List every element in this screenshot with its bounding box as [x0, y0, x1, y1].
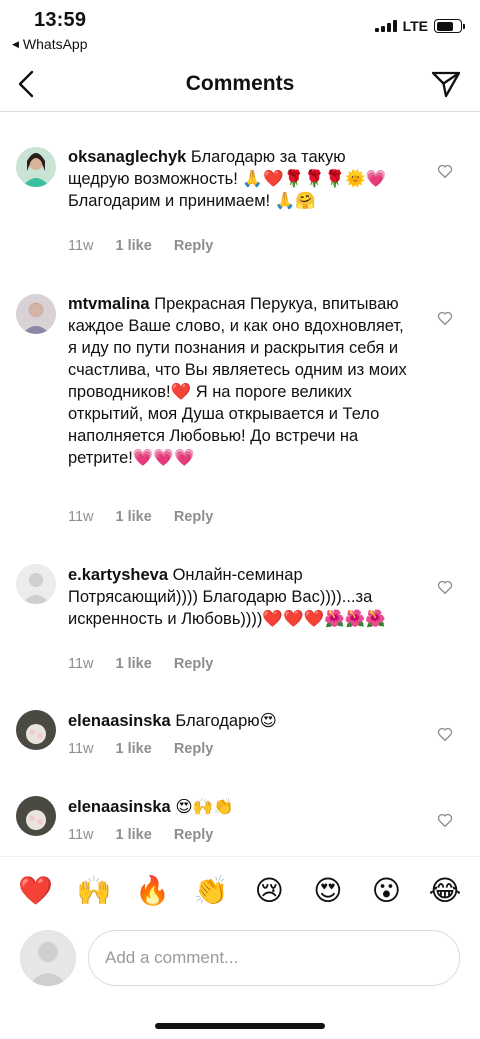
- reply-button[interactable]: Reply: [174, 509, 214, 525]
- comment-text: mtvmalina Прекрасная Перукуа, впитываю к…: [68, 293, 408, 469]
- paper-plane-icon[interactable]: [430, 68, 462, 100]
- reaction-heart-eyes[interactable]: 😍: [311, 874, 345, 907]
- signal-icon: [374, 20, 397, 32]
- heart-outline-icon[interactable]: [436, 309, 454, 327]
- back-triangle-icon: ◀: [12, 38, 19, 49]
- back-app-label: WhatsApp: [22, 36, 88, 52]
- battery-icon: [434, 19, 465, 33]
- heart-outline-icon[interactable]: [436, 725, 454, 743]
- heart-outline-icon[interactable]: [436, 811, 454, 829]
- status-indicators: LTE: [374, 18, 465, 34]
- network-type: LTE: [402, 18, 428, 34]
- comment-text: e.kartysheva Онлайн-семинар Потрясающий)…: [68, 564, 408, 630]
- comment-username[interactable]: elenaasinska: [68, 712, 171, 730]
- reaction-cry[interactable]: 😢: [252, 874, 286, 907]
- comment-username[interactable]: mtvmalina: [68, 295, 150, 313]
- status-time: 13:59: [34, 9, 87, 31]
- status-bar: 13:59 ◀ WhatsApp LTE: [0, 0, 480, 56]
- avatar[interactable]: [16, 564, 56, 604]
- comment-likes[interactable]: 1 like: [116, 656, 152, 672]
- avatar[interactable]: [16, 147, 56, 187]
- comment-content: Прекрасная Перукуа, впитываю каждое Ваше…: [68, 295, 407, 467]
- comment-composer: [0, 928, 480, 988]
- comment-likes[interactable]: 1 like: [116, 509, 152, 525]
- back-to-app-link[interactable]: ◀ WhatsApp: [12, 36, 88, 52]
- comment-text: elenaasinska Благодарю😍: [68, 710, 408, 732]
- avatar: [20, 930, 76, 986]
- comment-likes[interactable]: 1 like: [116, 741, 152, 757]
- reaction-raised-hands[interactable]: 🙌: [77, 874, 112, 907]
- page-title: Comments: [185, 72, 295, 95]
- comment-username[interactable]: oksanaglechyk: [68, 148, 186, 166]
- reaction-fire[interactable]: 🔥: [135, 874, 170, 907]
- divider: [0, 856, 480, 857]
- comment-content: 😍🙌👏: [175, 798, 234, 816]
- quick-reactions-bar: ❤️ 🙌 🔥 👏 😢 😍 😮 😂: [0, 866, 480, 914]
- nav-bar: Comments: [0, 56, 480, 112]
- comment-age: 11w: [68, 509, 94, 525]
- comment-username[interactable]: e.kartysheva: [68, 566, 168, 584]
- reply-button[interactable]: Reply: [174, 827, 214, 843]
- comment-text: elenaasinska 😍🙌👏: [68, 796, 408, 818]
- reaction-heart[interactable]: ❤️: [18, 874, 53, 907]
- comment-input[interactable]: [88, 930, 460, 986]
- avatar[interactable]: [16, 796, 56, 836]
- comment-age: 11w: [68, 827, 94, 843]
- comment-meta: 11w 1 like Reply: [68, 656, 213, 672]
- comment-meta: 11w 1 like Reply: [68, 741, 213, 757]
- comment-text: oksanaglechyk Благодарю за такую щедрую …: [68, 146, 408, 212]
- reply-button[interactable]: Reply: [174, 656, 214, 672]
- heart-outline-icon[interactable]: [436, 578, 454, 596]
- comment-age: 11w: [68, 741, 94, 757]
- avatar[interactable]: [16, 294, 56, 334]
- reaction-surprised[interactable]: 😮: [369, 874, 403, 907]
- home-indicator[interactable]: [155, 1023, 325, 1029]
- comment-likes[interactable]: 1 like: [116, 827, 152, 843]
- comment-likes[interactable]: 1 like: [116, 238, 152, 254]
- heart-outline-icon[interactable]: [436, 162, 454, 180]
- reaction-laugh[interactable]: 😂: [428, 874, 462, 907]
- comment-age: 11w: [68, 656, 94, 672]
- comment-age: 11w: [68, 238, 94, 254]
- comment-meta: 11w 1 like Reply: [68, 238, 213, 254]
- reaction-clap[interactable]: 👏: [194, 874, 229, 907]
- comment-meta: 11w 1 like Reply: [68, 509, 213, 525]
- reply-button[interactable]: Reply: [174, 238, 214, 254]
- reply-button[interactable]: Reply: [174, 741, 214, 757]
- comment-content: Благодарю😍: [175, 712, 277, 730]
- comment-meta: 11w 1 like Reply: [68, 827, 213, 843]
- comment-username[interactable]: elenaasinska: [68, 798, 171, 816]
- avatar[interactable]: [16, 710, 56, 750]
